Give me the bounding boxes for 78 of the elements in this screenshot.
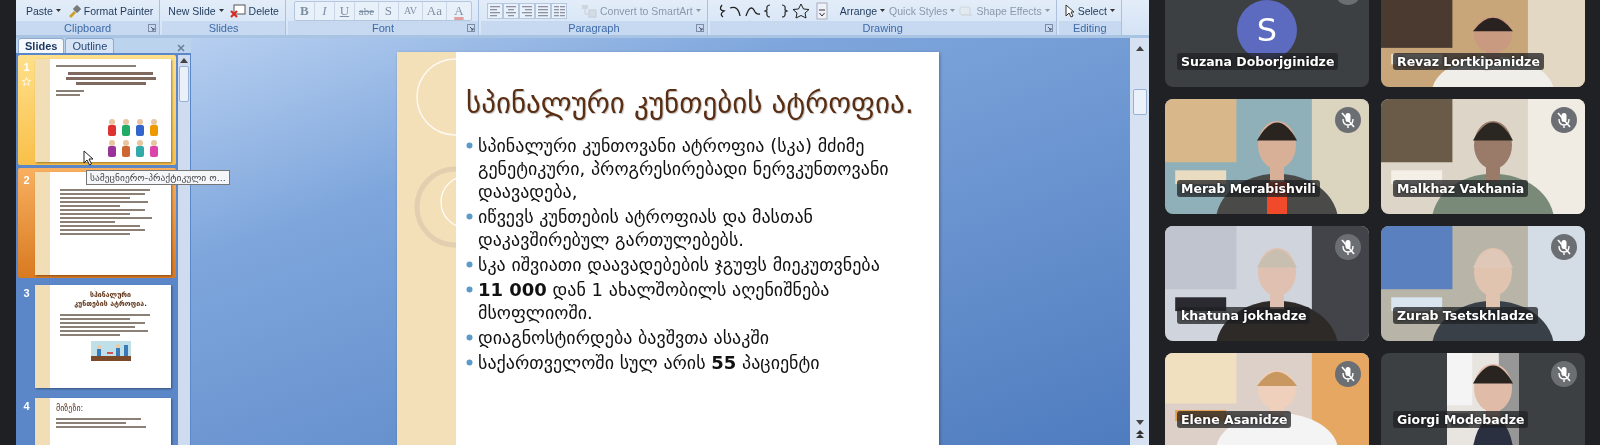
participant-name: khatuna jokhadze <box>1177 307 1311 324</box>
group-label: Font <box>371 22 394 34</box>
mouse-cursor-icon <box>83 150 94 166</box>
bullet-icon <box>466 261 473 268</box>
caret-icon <box>55 9 61 12</box>
cursor-icon <box>1064 3 1075 18</box>
participant-name: Elene Asanidze <box>1177 411 1292 428</box>
bullet-text: 11 000 დან 1 ახალშობილს აღენიშნება მსოფლიოში. <box>478 278 831 324</box>
scroll-up-icon[interactable] <box>1135 46 1144 51</box>
align-icon <box>520 4 533 17</box>
group-label: Slides <box>208 22 239 34</box>
bullet-icon <box>466 334 473 341</box>
slide-number: 3 <box>23 287 30 299</box>
bullet-text: დიაგნოსტირდება ბავშვთა ასაკში <box>478 326 771 349</box>
video-tile[interactable]: Giorgi Modebadze <box>1381 353 1585 445</box>
slide-thumbnail-title: მიზეზი: <box>56 404 84 413</box>
close-icon[interactable] <box>177 44 185 52</box>
bullet-icon <box>466 213 473 220</box>
participant-name: Zurab Tsetskhladze <box>1393 307 1538 324</box>
caret-icon <box>880 9 886 12</box>
caret-icon <box>218 9 224 12</box>
slide-list-item[interactable]: 4 მიზეზი: <box>18 394 176 445</box>
delete-button[interactable]: Delete <box>229 0 279 21</box>
participant-name: Merab Merabishvili <box>1177 180 1320 197</box>
dialog-launcher-icon[interactable] <box>466 24 475 32</box>
align-icon <box>488 4 501 17</box>
pane-tab[interactable]: Slides <box>18 38 65 53</box>
slide-number: 1 <box>23 61 30 73</box>
video-tile[interactable]: Zurab Tsetskhladze <box>1381 226 1585 341</box>
tooltip: სამეცნიერო-პრაქტიკული ო... <box>86 170 230 185</box>
group-label: Editing <box>1072 22 1107 34</box>
slide-thumbnail[interactable]: მიზეზი: <box>35 398 171 445</box>
previous-slide-icon[interactable] <box>1134 429 1145 439</box>
arrange-button[interactable]: Arrange <box>839 0 886 21</box>
bullet-icon <box>466 359 473 366</box>
align-icon <box>536 4 549 17</box>
participant-name: Giorgi Modebadze <box>1393 411 1529 428</box>
scrollbar-thumb[interactable] <box>1132 89 1147 115</box>
format-painter-button[interactable]: Format Painter <box>66 0 154 21</box>
bullet-text: სკა იშვიათი დაავადებების ჯგუფს მიეკუთვნება <box>478 253 881 276</box>
smartart-icon <box>580 3 597 18</box>
slide-number: 4 <box>23 400 30 412</box>
video-tile[interactable]: Revaz Lortkipanidze <box>1381 0 1585 87</box>
dialog-launcher-icon[interactable] <box>1044 24 1053 32</box>
new-slide-button[interactable]: New Slide <box>168 0 224 21</box>
participant-name: Revaz Lortkipanidze <box>1393 53 1544 70</box>
video-tile[interactable]: Elene Asanidze <box>1165 353 1369 445</box>
text-lines-drawing <box>56 89 84 96</box>
scrollbar-thumb[interactable] <box>179 66 189 102</box>
video-tile[interactable]: khatuna jokhadze <box>1165 226 1369 341</box>
caret-icon <box>695 9 701 12</box>
bullet-icon <box>466 142 473 149</box>
delete-slide-icon <box>229 3 246 18</box>
slide-thumbnail[interactable] <box>35 59 171 162</box>
slide-number: 2 <box>23 174 30 186</box>
group-label: Clipboard <box>64 22 112 34</box>
dialog-launcher-icon[interactable] <box>148 24 157 32</box>
select-button[interactable]: Select <box>1064 0 1115 21</box>
caret-icon <box>1109 9 1115 12</box>
video-tile[interactable]: Merab Merabishvili <box>1165 99 1369 214</box>
participant-name: Malkhaz Vakhania <box>1393 180 1529 197</box>
group-label: Drawing <box>862 22 903 34</box>
dialog-launcher-icon[interactable] <box>695 24 704 32</box>
video-tile[interactable]: Malkhaz Vakhania <box>1381 99 1585 214</box>
group-label: Paragraph <box>568 22 620 34</box>
bullet-text: იწვევს კუნთების ატროფიას და მასთან დაკავშირებულ გართულებებს. <box>478 205 814 251</box>
align-icon <box>504 4 517 17</box>
bullet-icon <box>466 286 473 293</box>
scroll-up-icon[interactable] <box>180 58 188 63</box>
caret-icon <box>1044 9 1050 12</box>
pane-tab[interactable]: Outline <box>65 38 115 53</box>
bullet-text: საქართველოში სულ არის 55 პაციენტი <box>478 351 821 374</box>
columns-icon <box>552 4 565 17</box>
paste-button[interactable]: Paste <box>26 0 61 21</box>
scroll-down-icon[interactable] <box>1135 420 1144 425</box>
scrollbar[interactable] <box>1130 38 1149 445</box>
slide-title: სპინალური კუნთების ატროფია. <box>466 86 914 120</box>
caret-icon <box>950 9 956 12</box>
